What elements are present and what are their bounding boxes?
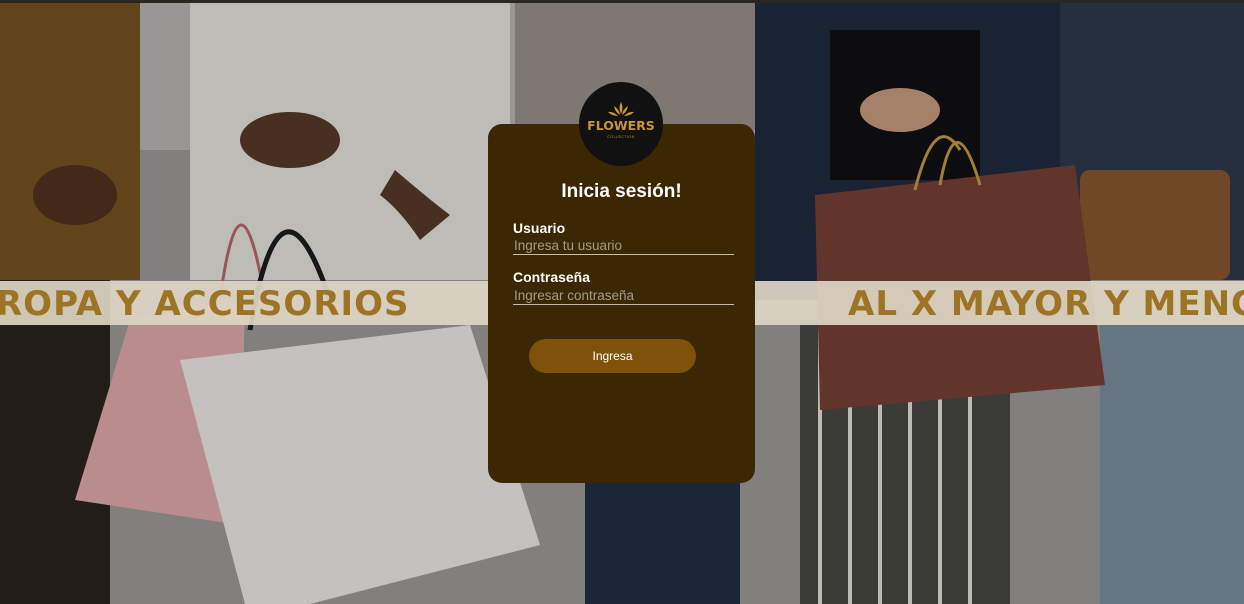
password-input[interactable]: [513, 286, 734, 305]
username-label: Usuario: [513, 220, 566, 236]
logo-sub-text: COLLECTION: [607, 135, 635, 139]
password-label: Contraseña: [513, 269, 591, 285]
login-button[interactable]: Ingresa: [529, 339, 696, 373]
banner-text-right: AL X MAYOR Y MENO: [848, 284, 1244, 324]
brand-logo: FLOWERS COLLECTION: [579, 82, 663, 166]
username-input[interactable]: [513, 236, 734, 255]
logo-brand-text: FLOWERS: [587, 118, 655, 133]
banner-text-left: ROPA Y ACCESORIOS: [0, 284, 410, 324]
top-border: [0, 0, 1244, 3]
login-page: ROPA Y ACCESORIOS AL X MAYOR Y MENO FLOW…: [0, 0, 1244, 604]
login-title: Inicia sesión!: [561, 181, 682, 202]
flower-logo-icon: [608, 102, 634, 116]
